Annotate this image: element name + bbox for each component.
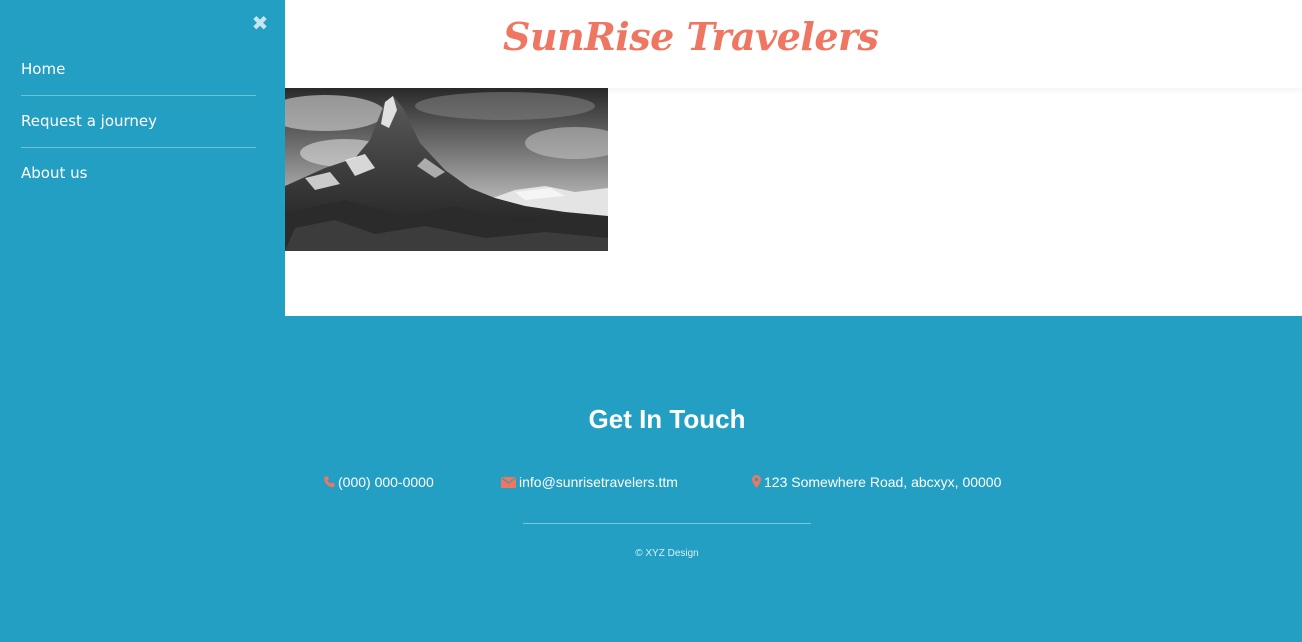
contact-info: (000) 000-0000 info@sunrisetravelers.ttm… — [0, 472, 1302, 492]
sidebar-item-about-us[interactable]: About us — [21, 148, 256, 199]
contact-address-text: 123 Somewhere Road, abcxyx, 00000 — [764, 474, 1002, 490]
brand-logo-text[interactable]: SunRise Travelers — [503, 14, 879, 59]
footer-title: Get In Touch — [588, 404, 746, 434]
sidebar-nav: Home Request a journey About us — [21, 44, 256, 199]
main-content — [285, 88, 1302, 316]
footer-divider — [523, 523, 811, 524]
copyright-text: © XYZ Design — [635, 548, 699, 559]
map-marker-icon — [752, 473, 761, 493]
contact-email: info@sunrisetravelers.ttm — [501, 472, 678, 493]
contact-phone-text[interactable]: (000) 000-0000 — [338, 474, 434, 490]
site-footer: Get In Touch (000) 000-0000 info@sunrise… — [0, 316, 1302, 642]
sidebar-item-home[interactable]: Home — [21, 44, 256, 96]
close-icon[interactable]: ✖ — [250, 12, 270, 34]
sidebar-menu: ✖ Home Request a journey About us — [0, 0, 285, 316]
page: ✖ Home Request a journey About us SunRis… — [0, 0, 1302, 642]
contact-address: 123 Somewhere Road, abcxyx, 00000 — [752, 472, 1001, 493]
contact-phone: (000) 000-0000 — [324, 472, 434, 493]
contact-email-text[interactable]: info@sunrisetravelers.ttm — [519, 474, 678, 490]
phone-icon — [324, 473, 335, 493]
envelope-icon — [501, 473, 516, 493]
site-header: SunRise Travelers — [285, 0, 1302, 88]
sidebar-item-request-journey[interactable]: Request a journey — [21, 96, 256, 148]
mountain-photo — [285, 88, 608, 251]
